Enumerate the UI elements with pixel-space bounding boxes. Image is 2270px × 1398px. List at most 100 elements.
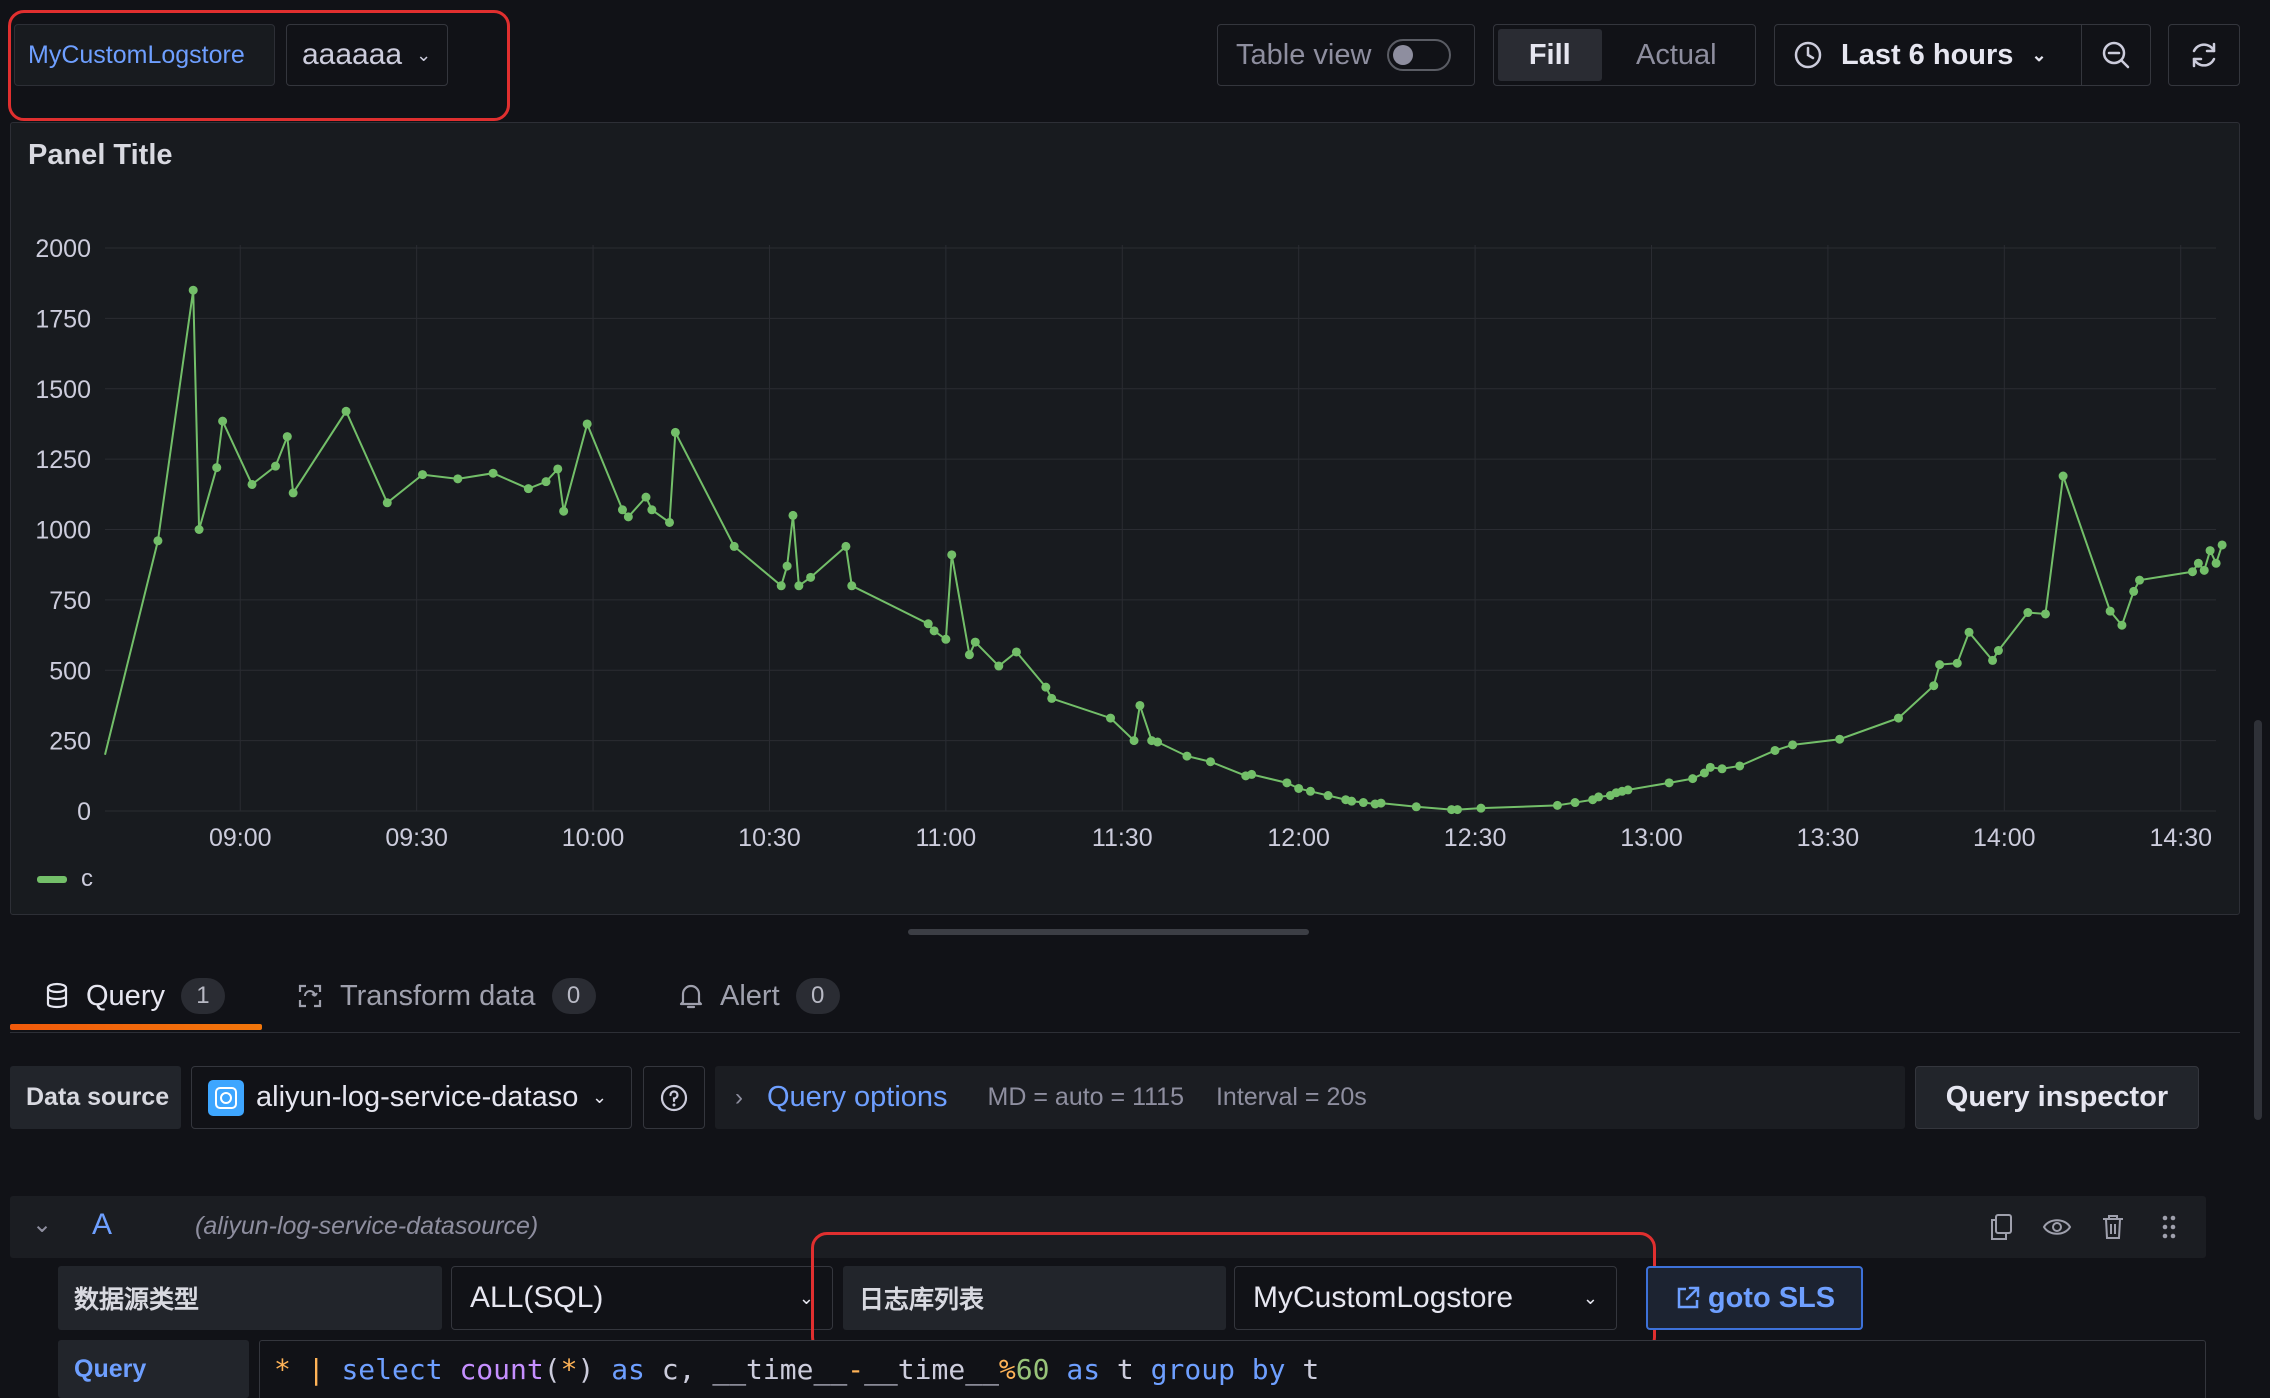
tab-transform-data[interactable]: Transform data 0 <box>296 975 596 1017</box>
query-inspector-button[interactable]: Query inspector <box>1915 1066 2199 1129</box>
x-tick-label: 11:30 <box>1092 824 1153 852</box>
time-series-panel[interactable]: Panel Title 0 250 500 750 1000 1250 1500 1750 20… <box>10 122 2240 915</box>
legend-item[interactable]: c <box>37 865 93 893</box>
data-point <box>1135 700 1145 710</box>
tab-count-badge: 0 <box>795 978 840 1014</box>
query-token: 60 <box>1015 1353 1050 1386</box>
query-token: group by <box>1150 1353 1286 1386</box>
fill-option[interactable]: Fill <box>1498 29 1602 81</box>
data-point <box>1182 751 1192 761</box>
data-point <box>194 525 204 534</box>
panel-resize-handle[interactable] <box>908 929 1309 935</box>
tab-count-badge: 0 <box>551 978 596 1014</box>
data-point <box>418 470 428 480</box>
data-point <box>1247 769 1257 779</box>
zoom-out-button[interactable] <box>2081 24 2151 86</box>
data-point <box>665 517 675 527</box>
query-options-bar[interactable]: › Query options MD = auto = 1115 Interva… <box>715 1066 1905 1129</box>
datasource-type-label: 数据源类型 <box>58 1266 442 1330</box>
data-point <box>247 479 257 489</box>
data-point <box>1106 713 1116 723</box>
query-ref-id[interactable]: A <box>92 1208 112 1242</box>
data-point <box>941 634 951 644</box>
table-view-toggle[interactable]: Table view <box>1217 24 1475 86</box>
data-point <box>947 550 957 560</box>
collapse-chevron-icon[interactable]: ⌄ <box>32 1210 52 1239</box>
data-source-picker[interactable]: aliyun-log-service-datasource ⌄ <box>191 1066 632 1129</box>
tab-alert[interactable]: Alert 0 <box>678 975 840 1017</box>
eye-icon[interactable] <box>2040 1210 2074 1244</box>
external-link-icon <box>1674 1284 1702 1312</box>
y-tick-label: 1500 <box>35 376 91 404</box>
data-point <box>670 427 680 437</box>
drag-handle-icon[interactable] <box>2152 1210 2186 1244</box>
x-tick-label: 14:00 <box>1973 824 2036 852</box>
data-point <box>2199 565 2209 575</box>
data-point <box>1376 798 1386 808</box>
series-line-c <box>104 290 2224 811</box>
duplicate-icon[interactable] <box>1984 1210 2018 1244</box>
data-point <box>2023 608 2033 618</box>
data-point <box>2135 575 2145 585</box>
y-tick-label: 500 <box>49 657 91 685</box>
transform-icon <box>296 982 324 1010</box>
data-point <box>2211 558 2221 568</box>
data-point <box>188 285 198 295</box>
data-point <box>523 484 533 494</box>
data-point <box>541 477 551 487</box>
data-point <box>1358 798 1368 808</box>
query-editor[interactable]: * | select count(*) as c, __time__-__tim… <box>259 1340 2206 1398</box>
highlight-box <box>8 10 510 121</box>
query-token: * <box>560 1353 578 1386</box>
tab-query[interactable]: Query 1 <box>44 975 225 1017</box>
data-point <box>1893 713 1903 723</box>
data-point <box>1935 660 1945 670</box>
legend-label: c <box>81 865 93 892</box>
max-data-points-info: MD = auto = 1115 <box>987 1083 1184 1111</box>
goto-sls-label: goto SLS <box>1707 1281 1836 1314</box>
data-point <box>1735 761 1745 771</box>
data-point <box>1835 734 1845 744</box>
goto-sls-button[interactable]: goto SLS <box>1646 1266 1863 1330</box>
data-point <box>2217 540 2227 550</box>
actual-option[interactable]: Actual <box>1602 29 1751 81</box>
chevron-right-icon: › <box>735 1083 743 1111</box>
toggle-switch[interactable] <box>1387 39 1452 71</box>
x-tick-label: 11:00 <box>916 824 977 852</box>
data-point <box>553 464 563 474</box>
scrollbar[interactable] <box>2254 720 2262 1120</box>
data-point <box>923 619 933 629</box>
query-options-title[interactable]: Query options <box>767 1081 948 1114</box>
data-point <box>1452 805 1462 815</box>
data-point <box>1129 736 1139 746</box>
data-point <box>806 572 816 582</box>
query-token <box>1050 1353 1067 1386</box>
data-point <box>2058 471 2068 481</box>
data-point <box>641 492 651 502</box>
query-datasource-hint: (aliyun-log-service-datasource) <box>195 1212 539 1240</box>
data-point <box>1047 693 1057 703</box>
data-point <box>1988 655 1998 665</box>
data-point <box>970 637 980 647</box>
tab-label: Alert <box>720 979 780 1012</box>
data-point <box>617 505 627 515</box>
datasource-type-select[interactable]: ALL(SQL) ⌄ <box>451 1266 833 1330</box>
tab-label: Query <box>86 979 165 1012</box>
data-point <box>1788 740 1798 750</box>
data-point <box>153 536 163 546</box>
x-tick-label: 10:30 <box>738 824 801 852</box>
tab-count-badge: 1 <box>180 978 225 1014</box>
time-range-picker[interactable]: Last 6 hours ⌄ <box>1774 24 2082 86</box>
data-point <box>1411 802 1421 812</box>
help-button[interactable] <box>643 1066 705 1129</box>
data-point <box>1153 737 1163 747</box>
refresh-button[interactable] <box>2168 24 2240 86</box>
data-point <box>1205 757 1215 767</box>
trash-icon[interactable] <box>2096 1210 2130 1244</box>
x-tick-label: 09:00 <box>209 824 272 852</box>
data-point <box>929 626 939 636</box>
data-point <box>2117 620 2127 630</box>
data-point <box>1294 783 1304 793</box>
data-point <box>964 650 974 660</box>
data-source-label: Data source <box>10 1066 181 1129</box>
